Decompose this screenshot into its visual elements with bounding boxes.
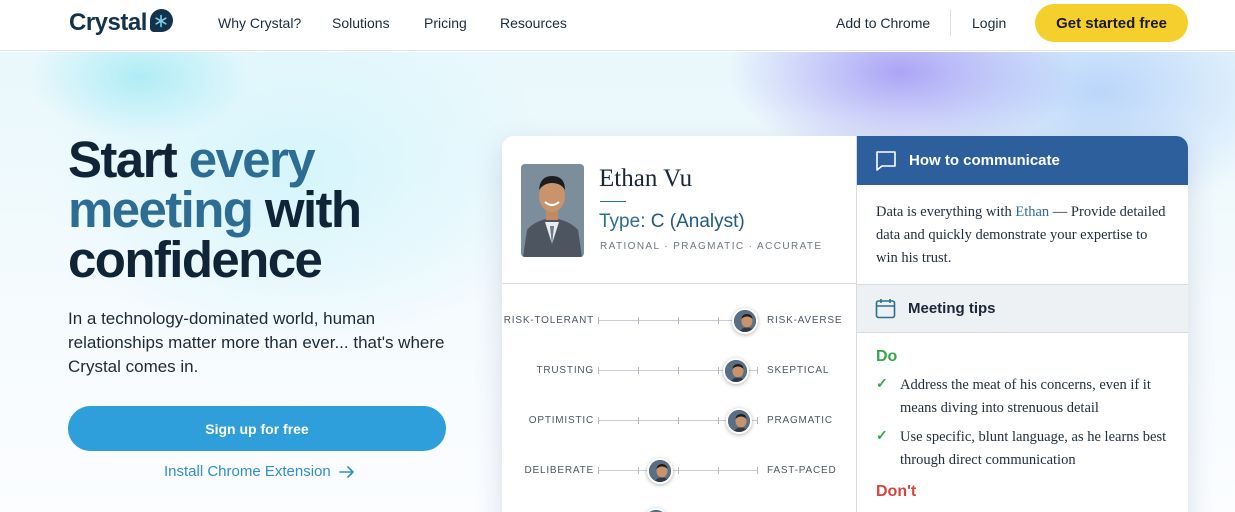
profile-header: Ethan Vu Type: C (Analyst) RATIONAL · PR…	[502, 136, 857, 284]
communicate-title: How to communicate	[909, 152, 1060, 169]
slider-right-label: RISK-AVERSE	[767, 315, 843, 326]
nav-link-why-crystal[interactable]: Why Crystal?	[218, 15, 301, 31]
slider-left-label: DELIBERATE	[524, 465, 594, 476]
install-link-label: Install Chrome Extension	[164, 463, 331, 480]
slider-knob	[647, 458, 674, 484]
nav-divider	[950, 10, 951, 36]
slider-row: OPTIMISTIC PRAGMATIC	[502, 406, 857, 434]
meeting-tips-title: Meeting tips	[908, 300, 996, 317]
type-value: : C (Analyst)	[640, 211, 745, 232]
personality-traits: RATIONAL · PRAGMATIC · ACCURATE	[600, 241, 823, 252]
slider-knob	[722, 358, 749, 384]
slider-track	[598, 458, 758, 484]
slider-left-label: OPTIMISTIC	[528, 415, 594, 426]
hero-headline: Start every meeting with confidence	[68, 134, 488, 288]
dont-label: Don't	[876, 483, 917, 500]
login-link[interactable]: Login	[972, 15, 1006, 31]
nav-link-solutions[interactable]: Solutions	[332, 15, 390, 31]
headline-accent: every	[188, 131, 316, 188]
slider-knob	[642, 508, 669, 512]
communicate-name: Ethan	[1015, 204, 1050, 220]
slider-row: DELIBERATE FAST-PACED	[502, 456, 857, 484]
advice-column: How to communicate Data is everything wi…	[857, 136, 1188, 512]
do-tip: ✓ Address the meat of his concerns, even…	[876, 374, 1176, 419]
communicate-header: How to communicate	[857, 136, 1188, 185]
do-tip: ✓ Use specific, blunt language, as he le…	[876, 426, 1176, 471]
headline-accent: meeting	[68, 181, 254, 238]
type-prefix: Type	[599, 211, 641, 232]
get-started-button[interactable]: Get started free	[1035, 4, 1188, 42]
do-tip-text: Address the meat of his concerns, even i…	[900, 377, 1151, 416]
nav-link-pricing[interactable]: Pricing	[424, 15, 467, 31]
slider-right-label: SKEPTICAL	[767, 365, 830, 376]
add-to-chrome-link[interactable]: Add to Chrome	[836, 15, 930, 31]
slider-row	[502, 506, 857, 512]
headline-part: with	[252, 181, 362, 238]
slider-row: RISK-TOLERANT RISK-AVERSE	[502, 306, 857, 334]
logo-text: Crystal	[69, 9, 147, 36]
calendar-icon	[875, 299, 896, 319]
arrow-right-icon	[338, 465, 354, 478]
communicate-body: Data is everything with Ethan — Provide …	[876, 201, 1166, 270]
check-icon: ✓	[876, 377, 888, 392]
hero-subtext: In a technology-dominated world, human r…	[68, 309, 445, 376]
do-tip-text: Use specific, blunt language, as he lear…	[900, 429, 1167, 468]
slider-track	[598, 408, 758, 434]
check-icon: ✓	[876, 429, 888, 444]
crystal-logo-icon	[149, 9, 173, 32]
profile-column: Ethan Vu Type: C (Analyst) RATIONAL · PR…	[502, 136, 857, 512]
personality-type: Type: C (Analyst)	[599, 211, 745, 233]
slider-knob	[732, 308, 759, 334]
slider-left-label: TRUSTING	[536, 365, 594, 376]
do-label: Do	[876, 348, 898, 365]
headline-part: Start	[68, 131, 189, 188]
slider-right-label: FAST-PACED	[767, 465, 837, 476]
slider-left-label: RISK-TOLERANT	[503, 315, 594, 326]
slider-knob	[725, 408, 752, 434]
profile-photo	[521, 164, 584, 257]
slider-row: TRUSTING SKEPTICAL	[502, 356, 857, 384]
top-nav: Crystal Why Crystal? Solutions Pricing R…	[0, 0, 1235, 51]
crystal-logo[interactable]: Crystal	[69, 9, 173, 37]
slider-track	[598, 308, 759, 334]
sign-up-button[interactable]: Sign up for free	[68, 406, 446, 451]
trait-sliders: RISK-TOLERANT RISK-AVERSE TRUSTING SKEPT…	[502, 284, 857, 512]
profile-card: Ethan Vu Type: C (Analyst) RATIONAL · PR…	[502, 136, 1188, 512]
headline-part: confidence	[68, 231, 323, 288]
communicate-text: Data is everything with	[876, 204, 1016, 220]
nav-link-resources[interactable]: Resources	[500, 15, 567, 31]
slider-track	[598, 358, 758, 384]
chat-bubble-icon	[876, 150, 896, 171]
name-underline	[600, 201, 626, 202]
slider-right-label: PRAGMATIC	[767, 415, 833, 426]
meeting-tips-header: Meeting tips	[857, 284, 1188, 333]
install-extension-link[interactable]: Install Chrome Extension	[164, 463, 355, 480]
profile-name: Ethan Vu	[599, 165, 693, 192]
